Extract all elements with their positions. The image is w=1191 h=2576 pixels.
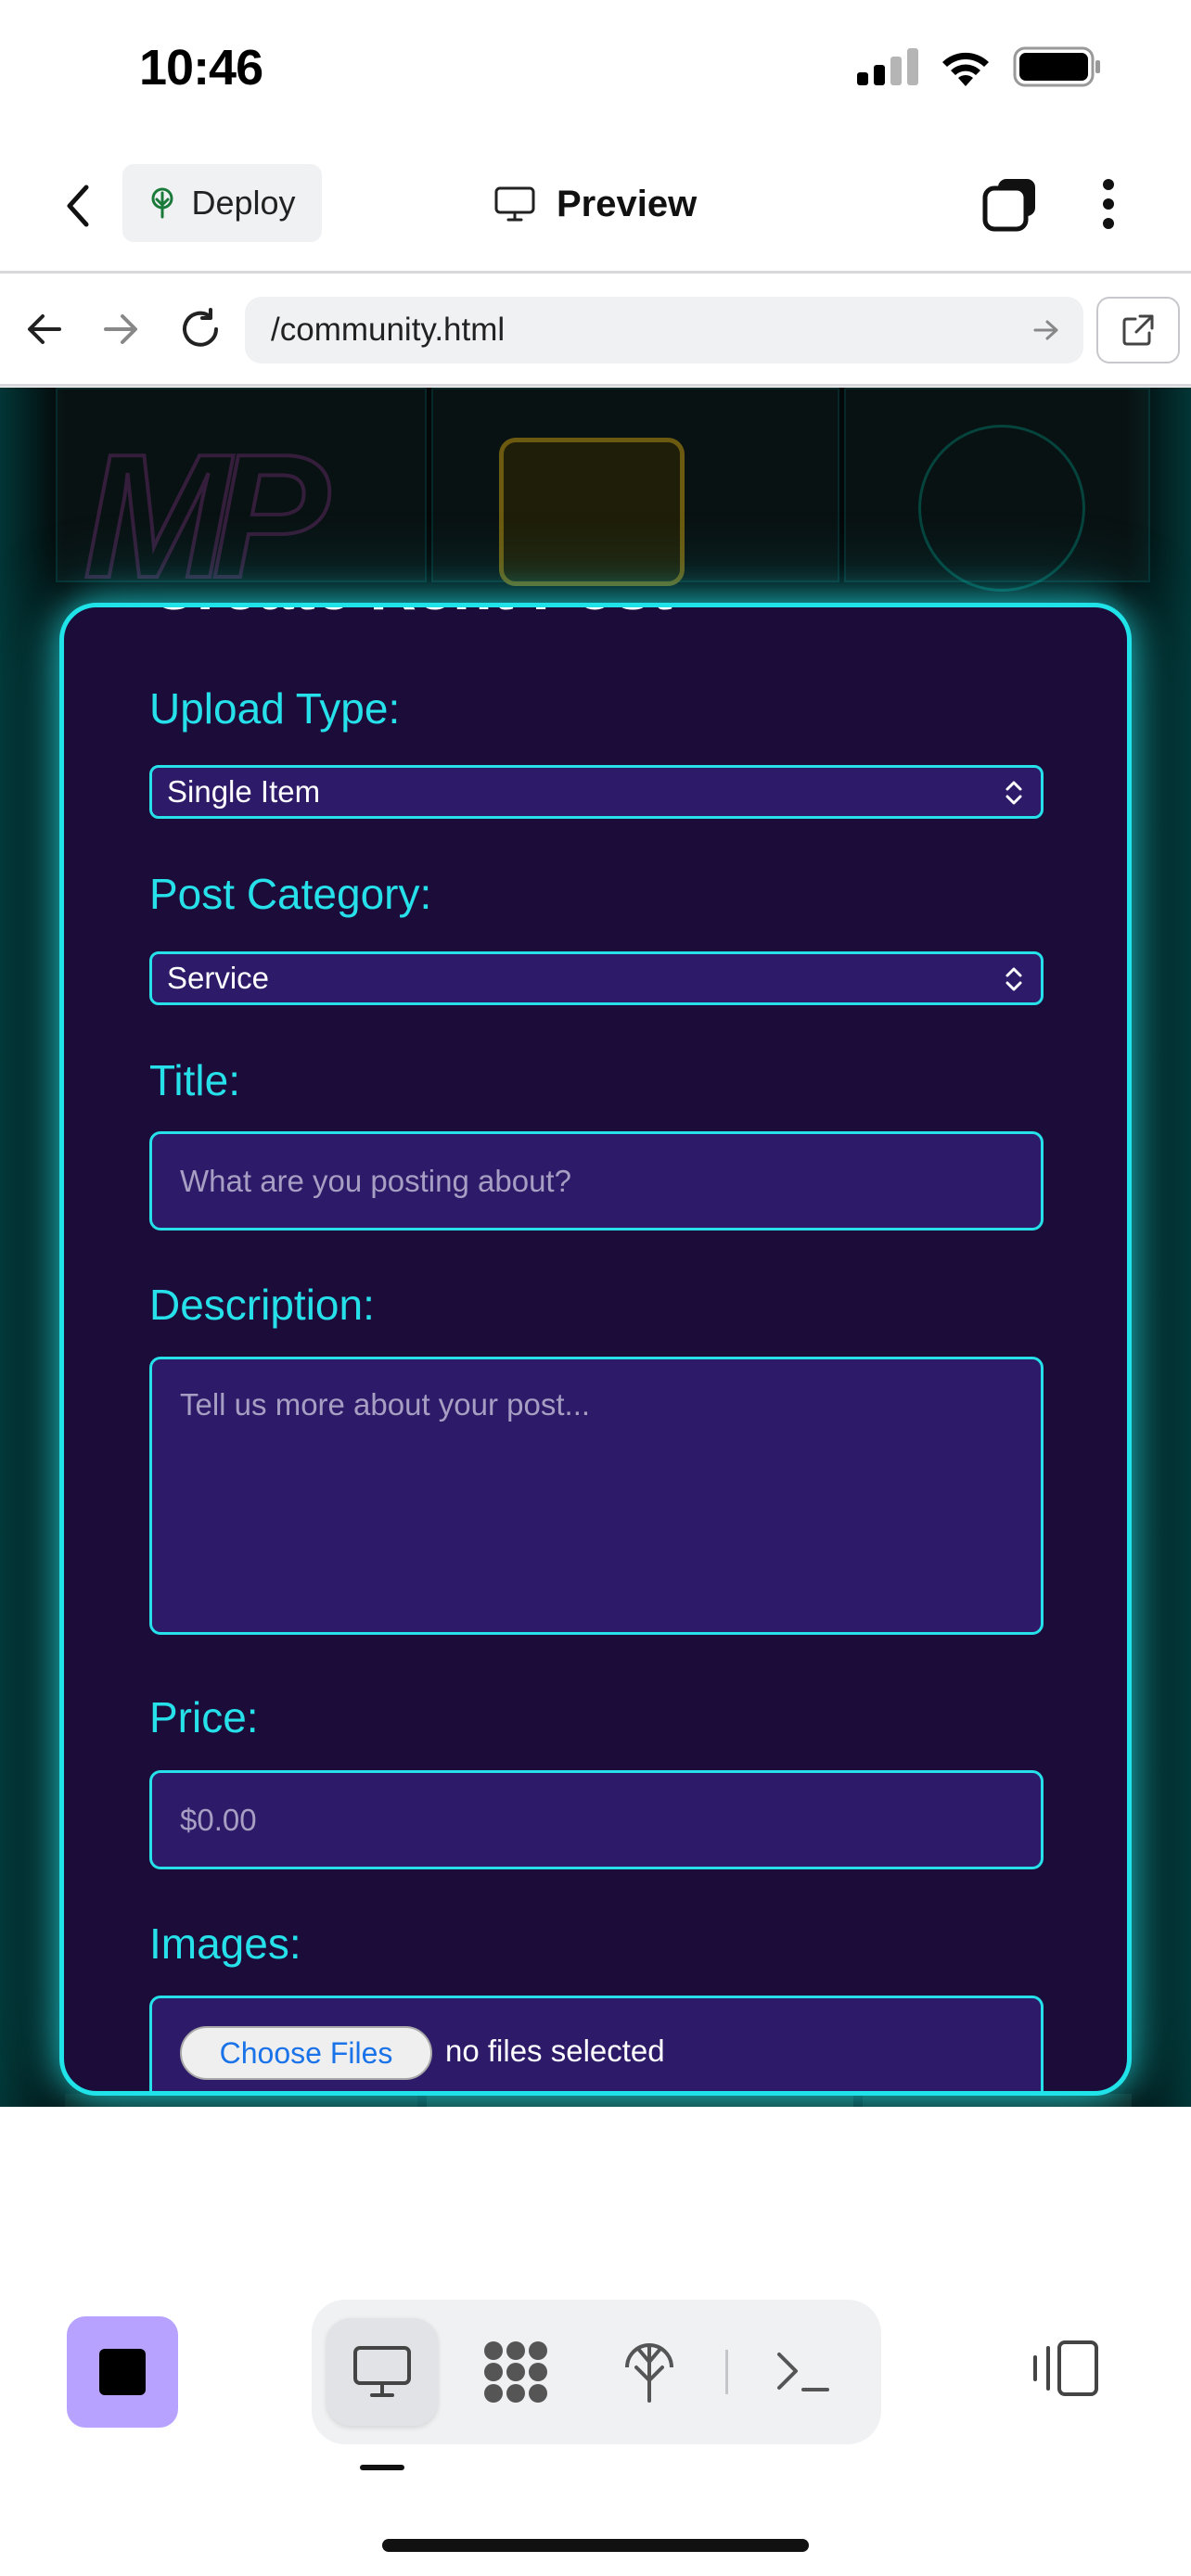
active-tab-indicator [360, 2465, 404, 2470]
url-text: /community.html [271, 312, 506, 348]
deploy-tree-icon [625, 2343, 673, 2403]
battery-icon [1013, 46, 1100, 87]
more-vertical-icon [1103, 179, 1114, 229]
deploy-tree-icon [151, 187, 173, 219]
upload-type-value: Single Item [167, 774, 321, 809]
wifi-icon [942, 52, 989, 86]
price-label: Price: [149, 1693, 259, 1741]
terminal-view-button[interactable] [748, 2318, 859, 2426]
status-icons [857, 46, 1102, 87]
background-glow [1126, 388, 1191, 2107]
chevron-up-down-icon [1005, 967, 1022, 991]
post-category-select[interactable]: Service [149, 951, 1044, 1005]
open-external-icon [1122, 314, 1154, 346]
tabs-icon [982, 179, 1035, 232]
title-input[interactable] [149, 1131, 1044, 1231]
forward-icon [104, 314, 137, 344]
monitor-icon [353, 2346, 411, 2397]
images-label: Images: [149, 1919, 301, 1968]
bottom-toolbar [0, 2259, 1191, 2576]
background-circuit-graphic [65, 2094, 1132, 2107]
url-go-button[interactable] [1026, 310, 1067, 351]
description-label: Description: [149, 1281, 375, 1329]
create-post-modal: Create Rent Post Upload Type: Single Ite… [59, 603, 1132, 2096]
go-arrow-icon [1033, 320, 1058, 340]
monitor-icon [494, 186, 535, 222]
post-category-label: Post Category: [149, 870, 432, 918]
terminal-icon [777, 2353, 829, 2391]
preview-label: Preview [557, 183, 698, 224]
apps-grid-icon [484, 2341, 547, 2403]
status-time: 10:46 [139, 40, 263, 96]
apps-view-button[interactable] [460, 2318, 571, 2426]
upload-type-select[interactable]: Single Item [149, 765, 1044, 819]
background-orbit-graphic [918, 425, 1085, 592]
side-panel-icon [1033, 2340, 1098, 2396]
url-bar: /community.html [0, 274, 1191, 387]
cellular-signal-icon [857, 48, 918, 85]
post-category-value: Service [167, 961, 270, 995]
file-status: no files selected [445, 2034, 665, 2068]
open-external-button[interactable] [1096, 297, 1180, 363]
background-logo: MP [82, 416, 331, 617]
title-label: Title: [149, 1056, 240, 1104]
stop-button[interactable] [67, 2316, 178, 2428]
browser-forward-button[interactable] [93, 301, 148, 357]
preview-title: Preview [493, 167, 697, 241]
modal-heading: Create Rent Post [149, 607, 672, 624]
images-file-input: Choose Files no files selected [149, 1996, 1044, 2091]
more-options-button[interactable] [1085, 171, 1132, 237]
reload-icon [183, 308, 218, 347]
reload-button[interactable] [173, 301, 228, 357]
toolbar-divider [725, 2350, 728, 2394]
app-screen: 10:46 Deploy Preview /community.html MP … [0, 0, 1191, 2576]
stop-icon [99, 2349, 146, 2395]
price-input[interactable] [149, 1770, 1044, 1869]
choose-files-button[interactable]: Choose Files [180, 2026, 432, 2080]
deploy-label: Deploy [191, 184, 296, 222]
web-content: MP Create Rent Post Upload Type: Single … [0, 388, 1191, 2107]
deploy-button[interactable]: Deploy [122, 164, 322, 242]
chevron-up-down-icon [1005, 781, 1022, 805]
side-panel-button[interactable] [1028, 2331, 1102, 2405]
close-icon[interactable] [997, 607, 1034, 613]
description-textarea[interactable] [149, 1357, 1044, 1635]
back-button[interactable] [50, 172, 106, 239]
upload-type-label: Upload Type: [149, 684, 401, 733]
browser-back-button[interactable] [17, 301, 72, 357]
background-calendar-icon [499, 438, 685, 586]
status-bar: 10:46 [0, 0, 1191, 139]
view-switcher [312, 2300, 881, 2444]
url-input[interactable]: /community.html [245, 297, 1083, 363]
background-glow [0, 388, 65, 2107]
home-indicator [382, 2539, 809, 2552]
app-header: Deploy Preview [0, 139, 1191, 274]
tabs-button[interactable] [978, 171, 1043, 237]
deploy-view-button[interactable] [594, 2318, 705, 2426]
preview-view-button[interactable] [327, 2318, 438, 2426]
back-arrow-icon [67, 185, 89, 227]
back-icon [28, 314, 61, 344]
